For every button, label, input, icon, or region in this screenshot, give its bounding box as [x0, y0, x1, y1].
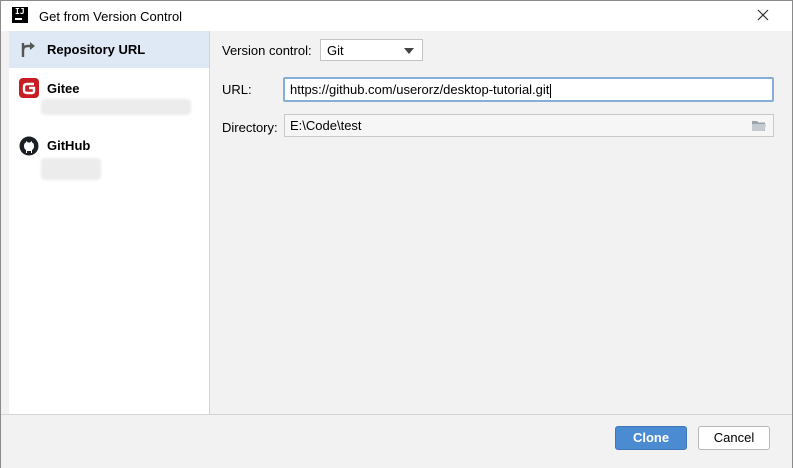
url-input[interactable]: https://github.com/userorz/desktop-tutor…: [283, 77, 774, 102]
sidebar-item-label: Gitee: [47, 81, 80, 96]
directory-label: Directory:: [222, 120, 278, 135]
intellij-app-icon: IJ: [12, 7, 28, 23]
folder-icon[interactable]: [751, 119, 767, 132]
main-form: Version control: Git URL: https://github…: [210, 31, 792, 414]
url-input-value: https://github.com/userorz/desktop-tutor…: [290, 82, 550, 97]
redacted-account-info: [41, 158, 101, 180]
close-icon[interactable]: [754, 6, 772, 24]
url-label: URL:: [222, 82, 252, 97]
directory-input[interactable]: E:\Code\test: [284, 114, 774, 137]
cancel-button[interactable]: Cancel: [698, 426, 770, 450]
sidebar-item-gitee[interactable]: Gitee: [9, 73, 209, 123]
version-control-value: Git: [327, 43, 344, 58]
sidebar: Repository URL Gitee GitHub: [9, 31, 210, 414]
vcs-branch-icon: [19, 40, 39, 60]
chevron-down-icon: [404, 48, 414, 54]
get-from-vcs-dialog: IJ Get from Version Control Repository U…: [0, 0, 793, 468]
app-icon-text: IJ: [15, 7, 25, 16]
directory-input-value: E:\Code\test: [290, 118, 362, 133]
title-bar: IJ Get from Version Control: [1, 1, 792, 31]
github-logo-icon: [19, 136, 39, 156]
version-control-label: Version control:: [222, 43, 312, 58]
sidebar-item-label: GitHub: [47, 138, 91, 153]
sidebar-item-github[interactable]: GitHub: [9, 129, 209, 184]
redacted-account-info: [41, 99, 191, 115]
gitee-logo-icon: [19, 78, 39, 98]
window-title: Get from Version Control: [39, 9, 183, 24]
version-control-dropdown[interactable]: Git: [320, 39, 423, 61]
sidebar-item-repository-url[interactable]: Repository URL: [9, 31, 209, 68]
sidebar-item-label: Repository URL: [47, 42, 146, 57]
dialog-footer: Clone Cancel: [1, 414, 792, 468]
clone-button[interactable]: Clone: [615, 426, 687, 450]
text-caret: [550, 83, 552, 98]
